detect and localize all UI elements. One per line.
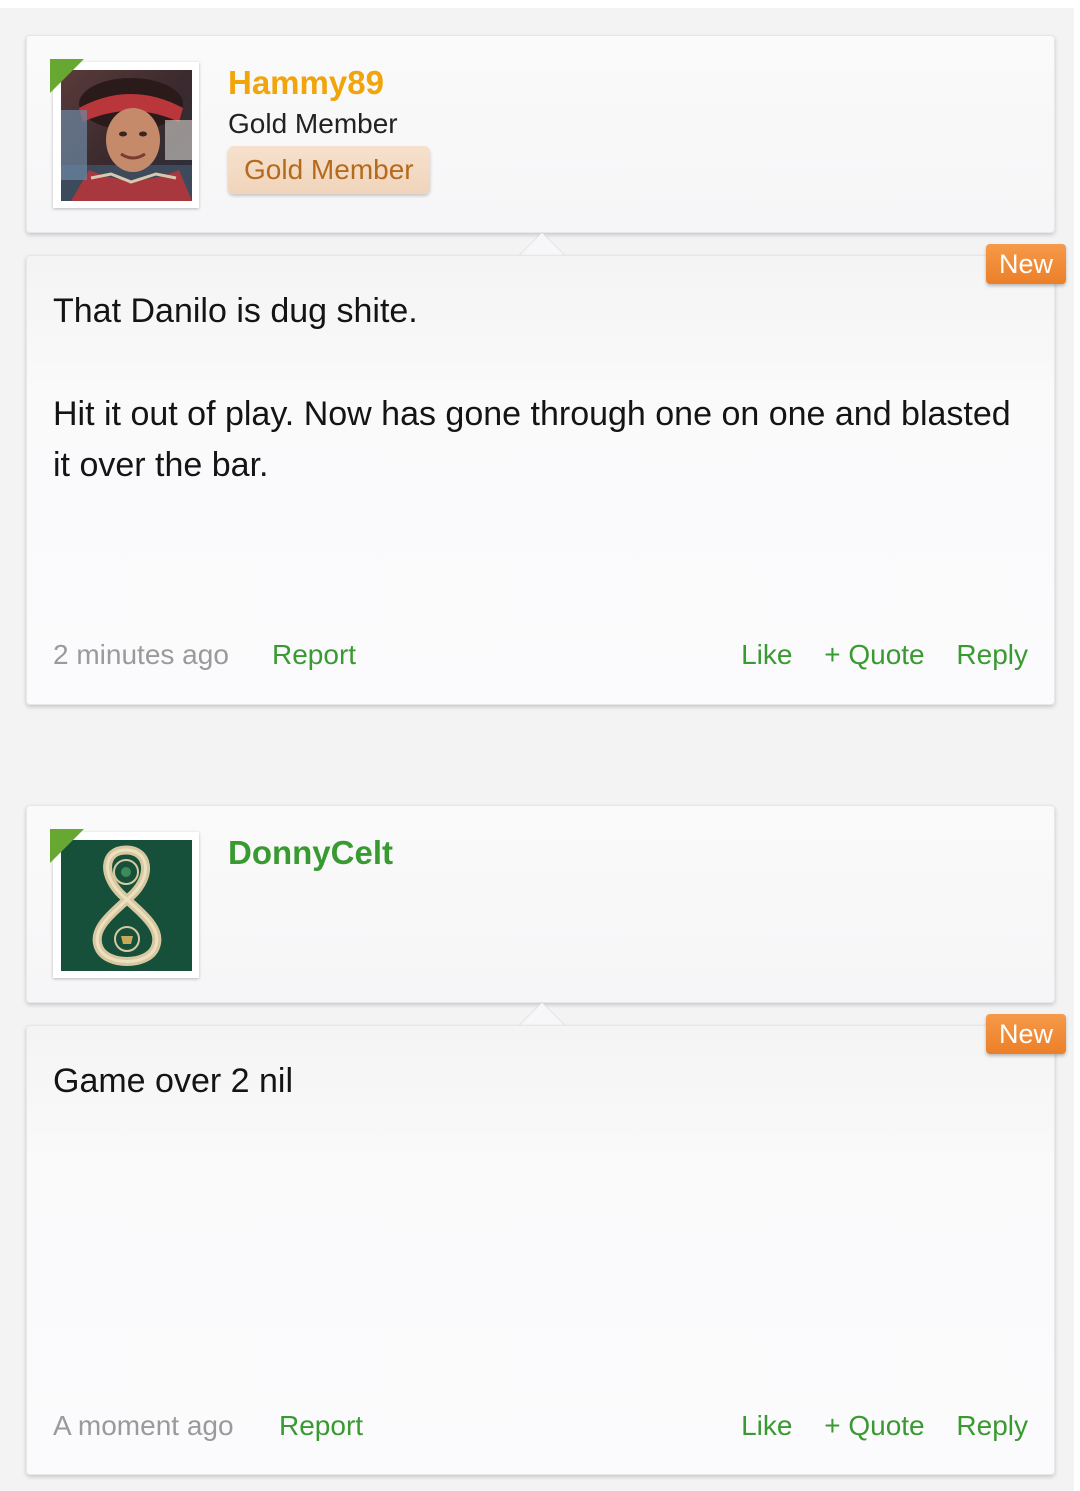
post-time: A moment ago [53, 1410, 234, 1441]
card-arrow [519, 1003, 565, 1026]
post-time: 2 minutes ago [53, 639, 229, 670]
page-right-edge [1074, 0, 1080, 1491]
quote-button[interactable]: + Quote [824, 1410, 924, 1441]
avatar[interactable] [50, 59, 199, 208]
reply-button[interactable]: Reply [956, 639, 1028, 670]
message-card: New That Danilo is dug shite. Hit it out… [26, 244, 1066, 705]
new-badge: New [985, 244, 1066, 284]
post-actions: Like + Quote Reply [717, 639, 1028, 671]
username[interactable]: Hammy89 [228, 64, 384, 102]
message-card: New Game over 2 nil A moment ago Report … [26, 1014, 1066, 1475]
page-top-edge [0, 0, 1080, 8]
message-body: That Danilo is dug shite. Hit it out of … [53, 286, 1013, 543]
message-paragraph: That Danilo is dug shite. [53, 292, 418, 330]
rank-text: Gold Member [228, 108, 398, 139]
like-button[interactable]: Like [741, 1410, 792, 1441]
message-paragraph: Hit it out of play. Now has gone through… [53, 395, 1011, 484]
message-paragraph: Game over 2 nil [53, 1062, 293, 1100]
user-card: Hammy89 Gold Member Gold Member [26, 35, 1055, 233]
online-corner-marker [50, 59, 84, 93]
reply-button[interactable]: Reply [956, 1410, 1028, 1441]
new-badge: New [985, 1014, 1066, 1054]
report-link[interactable]: Report [279, 1410, 363, 1442]
username[interactable]: DonnyCelt [228, 834, 393, 872]
post-actions: Like + Quote Reply [717, 1410, 1028, 1442]
online-corner-marker [50, 829, 84, 863]
card-arrow [519, 233, 565, 256]
report-link[interactable]: Report [272, 639, 356, 671]
avatar[interactable] [50, 829, 199, 978]
rank-badge: Gold Member [228, 146, 430, 194]
quote-button[interactable]: + Quote [824, 639, 924, 670]
user-card: DonnyCelt [26, 805, 1055, 1003]
message-body: Game over 2 nil [53, 1056, 1013, 1159]
post-footer: A moment ago Report Like + Quote Reply [53, 1410, 1028, 1450]
like-button[interactable]: Like [741, 639, 792, 670]
post-footer: 2 minutes ago Report Like + Quote Reply [53, 639, 1028, 679]
